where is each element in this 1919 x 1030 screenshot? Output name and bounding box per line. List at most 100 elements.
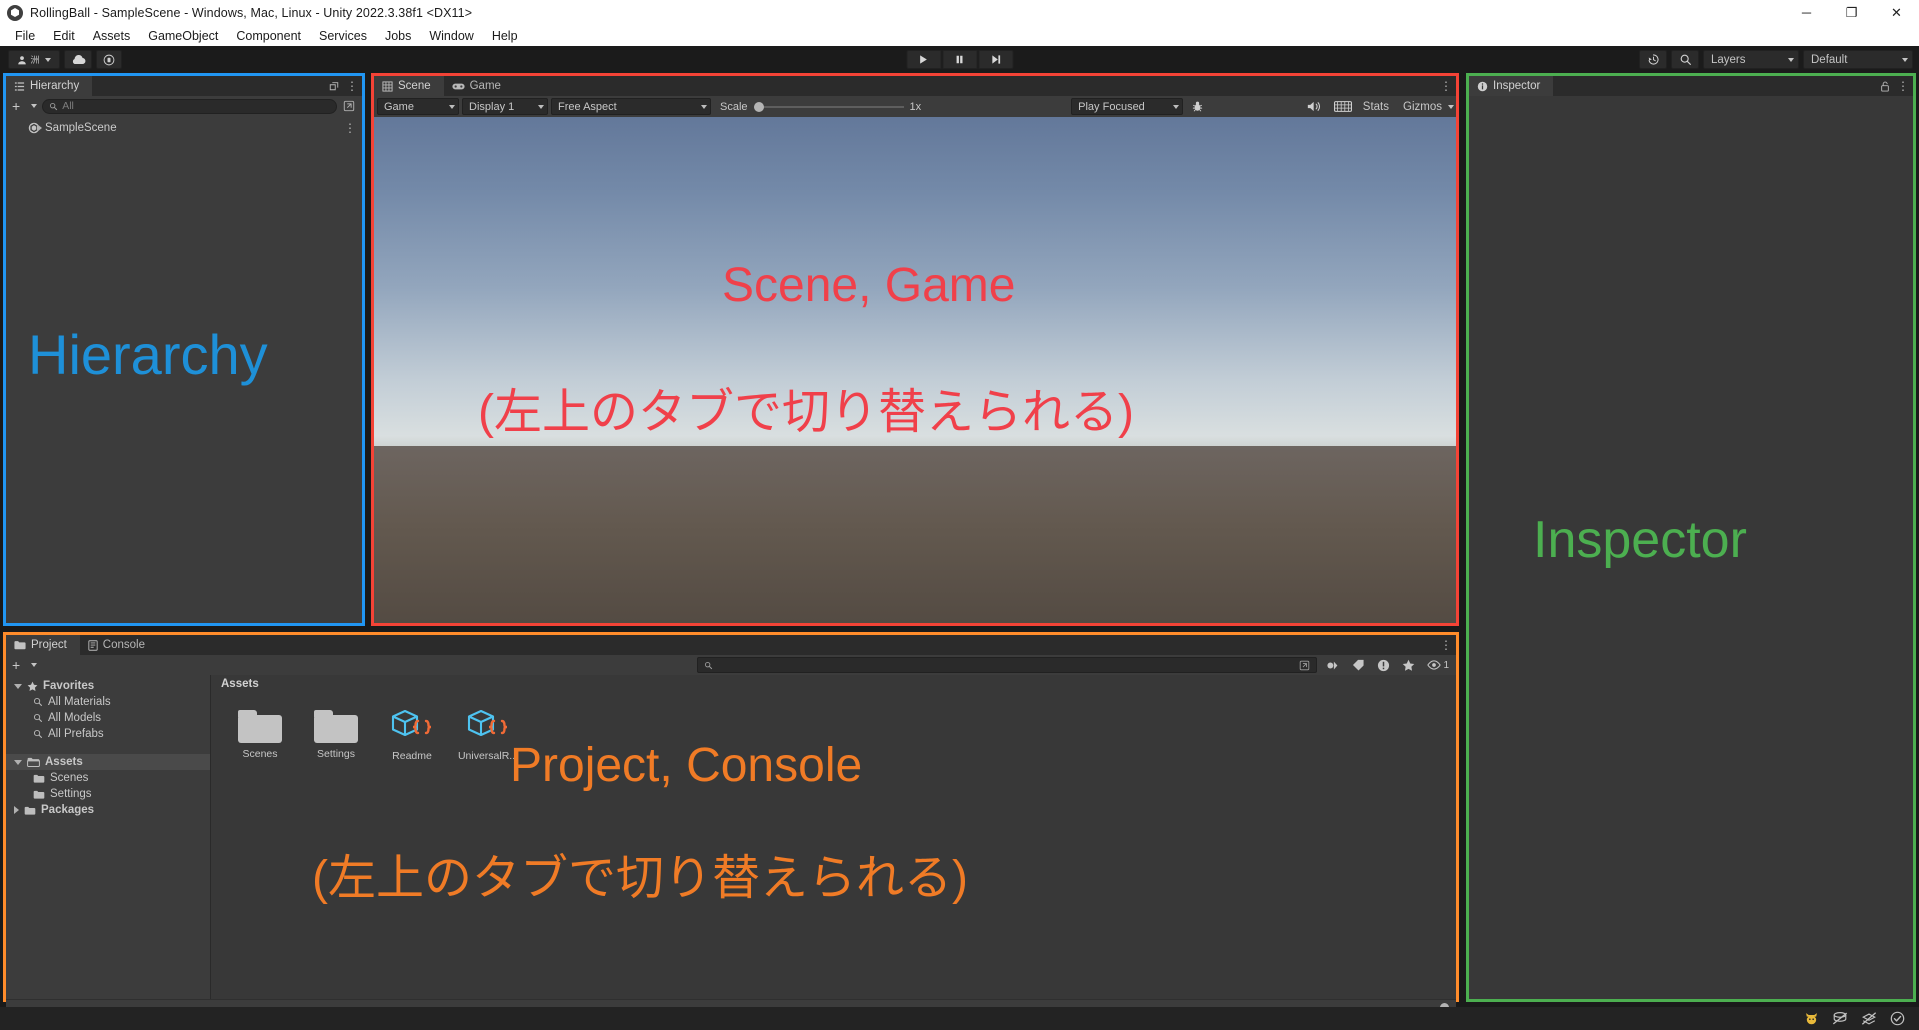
maximize-button[interactable]: ❐ bbox=[1829, 0, 1874, 25]
menu-file[interactable]: File bbox=[6, 27, 44, 45]
hierarchy-search-placeholder: All bbox=[62, 100, 74, 112]
tree-item-label: Scenes bbox=[50, 772, 88, 784]
kebab-menu-icon[interactable]: ⋮ bbox=[1897, 82, 1909, 90]
check-circle-icon[interactable] bbox=[1890, 1011, 1905, 1026]
tab-project-label: Project bbox=[31, 639, 67, 651]
chevron-down-icon[interactable] bbox=[14, 684, 22, 689]
tree-item-assets[interactable]: Assets bbox=[6, 754, 210, 770]
gizmos-button[interactable]: Gizmos bbox=[1403, 101, 1442, 113]
favorite-filter-icon[interactable] bbox=[1402, 659, 1415, 672]
add-label: + bbox=[12, 98, 20, 114]
tab-console-label: Console bbox=[103, 639, 145, 651]
search-icon bbox=[33, 729, 43, 739]
cat-icon[interactable] bbox=[1804, 1011, 1819, 1026]
tab-hierarchy[interactable]: Hierarchy bbox=[6, 76, 92, 96]
chevron-down-icon bbox=[45, 58, 51, 62]
menu-jobs[interactable]: Jobs bbox=[376, 27, 420, 45]
bug-icon[interactable] bbox=[1191, 100, 1204, 113]
close-button[interactable]: ✕ bbox=[1874, 0, 1919, 25]
hierarchy-search-input[interactable]: All bbox=[42, 99, 337, 114]
tree-item-packages[interactable]: Packages bbox=[6, 802, 210, 818]
label-filter-icon[interactable] bbox=[1352, 659, 1365, 671]
menu-services[interactable]: Services bbox=[310, 27, 376, 45]
tree-item-favorites[interactable]: Favorites bbox=[6, 678, 210, 694]
chevron-right-icon[interactable] bbox=[37, 124, 42, 132]
project-search-input[interactable] bbox=[697, 657, 1317, 673]
tree-item-settings[interactable]: Settings bbox=[6, 786, 210, 802]
add-gameobject-button[interactable]: + bbox=[9, 98, 40, 114]
tab-game[interactable]: Game bbox=[444, 76, 514, 96]
game-target-dropdown[interactable]: Game bbox=[377, 98, 459, 115]
warning-filter-icon[interactable] bbox=[1377, 659, 1390, 672]
tree-item-scenes[interactable]: Scenes bbox=[6, 770, 210, 786]
asset-item-scenes[interactable]: Scenes bbox=[229, 707, 291, 762]
chevron-right-icon[interactable] bbox=[14, 806, 19, 814]
play-mode-dropdown[interactable]: Play Focused bbox=[1071, 98, 1183, 115]
tab-scene[interactable]: Scene bbox=[374, 76, 444, 96]
ground-plane bbox=[374, 446, 1456, 623]
menu-window[interactable]: Window bbox=[420, 27, 482, 45]
hierarchy-row-samplescene[interactable]: SampleScene ⋮ bbox=[6, 118, 362, 137]
layers-hidden-icon[interactable] bbox=[1861, 1011, 1877, 1026]
maximize-icon[interactable] bbox=[329, 81, 339, 91]
aspect-dropdown[interactable]: Free Aspect bbox=[551, 98, 711, 115]
chevron-down-icon[interactable] bbox=[1448, 105, 1454, 109]
kebab-menu-icon[interactable]: ⋮ bbox=[344, 124, 356, 132]
game-viewport[interactable] bbox=[374, 117, 1456, 623]
menu-gameobject[interactable]: GameObject bbox=[139, 27, 227, 45]
menu-edit[interactable]: Edit bbox=[44, 27, 84, 45]
chevron-down-icon[interactable] bbox=[14, 760, 22, 765]
menu-component[interactable]: Component bbox=[227, 27, 310, 45]
kebab-menu-icon[interactable]: ⋮ bbox=[1440, 641, 1452, 649]
tree-item-all-prefabs[interactable]: All Prefabs bbox=[6, 726, 210, 742]
layers-dropdown[interactable]: Layers bbox=[1703, 50, 1799, 69]
visibility-toggle[interactable]: 1 bbox=[1427, 660, 1449, 671]
tab-project[interactable]: Project bbox=[6, 635, 80, 655]
layout-dropdown[interactable]: Default bbox=[1803, 50, 1913, 69]
asset-label: UniversalR... bbox=[458, 750, 518, 762]
filter-icon[interactable] bbox=[343, 100, 355, 112]
tab-inspector[interactable]: Inspector bbox=[1469, 76, 1553, 96]
kebab-menu-icon[interactable]: ⋮ bbox=[1440, 82, 1452, 90]
pause-button[interactable] bbox=[942, 50, 977, 69]
asset-item-readme[interactable]: Readme bbox=[381, 707, 443, 762]
cloud-button[interactable] bbox=[64, 50, 92, 69]
minimize-button[interactable]: ─ bbox=[1784, 0, 1829, 25]
type-filter-icon[interactable] bbox=[1326, 659, 1340, 672]
lock-icon[interactable] bbox=[1880, 81, 1890, 92]
grid-icon[interactable] bbox=[1334, 100, 1352, 113]
asset-item-settings[interactable]: Settings bbox=[305, 707, 367, 762]
layers-stack-icon[interactable] bbox=[1832, 1011, 1848, 1026]
scene-game-panel: Scene Game ⋮ Game Display 1 bbox=[371, 73, 1459, 626]
history-button[interactable] bbox=[1639, 50, 1667, 69]
search-button[interactable] bbox=[1671, 50, 1699, 69]
kebab-menu-icon[interactable]: ⋮ bbox=[346, 82, 358, 90]
chevron-down-icon bbox=[1788, 58, 1794, 62]
tab-console[interactable]: Console bbox=[80, 635, 158, 655]
create-asset-button[interactable]: + bbox=[9, 657, 40, 673]
stats-button[interactable]: Stats bbox=[1363, 101, 1389, 113]
mute-audio-icon[interactable] bbox=[1307, 100, 1322, 113]
tree-item-all-models[interactable]: All Models bbox=[6, 710, 210, 726]
menu-assets[interactable]: Assets bbox=[84, 27, 140, 45]
tab-scene-label: Scene bbox=[398, 80, 431, 92]
display-dropdown[interactable]: Display 1 bbox=[462, 98, 548, 115]
inspector-body bbox=[1469, 96, 1913, 999]
playback-controls bbox=[906, 50, 1013, 69]
play-button[interactable] bbox=[906, 50, 941, 69]
services-button[interactable] bbox=[96, 50, 122, 69]
project-asset-grid[interactable]: Assets Scenes Settings bbox=[211, 675, 1456, 999]
gamepad-icon bbox=[452, 82, 465, 91]
save-search-icon[interactable] bbox=[1299, 660, 1310, 671]
star-icon bbox=[27, 681, 38, 692]
scale-control[interactable]: Scale 1x bbox=[720, 101, 921, 113]
scale-slider-knob[interactable] bbox=[754, 102, 764, 112]
step-button[interactable] bbox=[978, 50, 1013, 69]
menu-help[interactable]: Help bbox=[483, 27, 527, 45]
account-button[interactable]: 洲 bbox=[8, 50, 60, 69]
scale-slider[interactable] bbox=[754, 106, 904, 108]
tree-item-all-materials[interactable]: All Materials bbox=[6, 694, 210, 710]
tree-item-label: All Prefabs bbox=[48, 728, 104, 740]
asset-item-universalrp[interactable]: UniversalR... bbox=[457, 707, 519, 762]
chevron-down-icon bbox=[31, 663, 37, 667]
